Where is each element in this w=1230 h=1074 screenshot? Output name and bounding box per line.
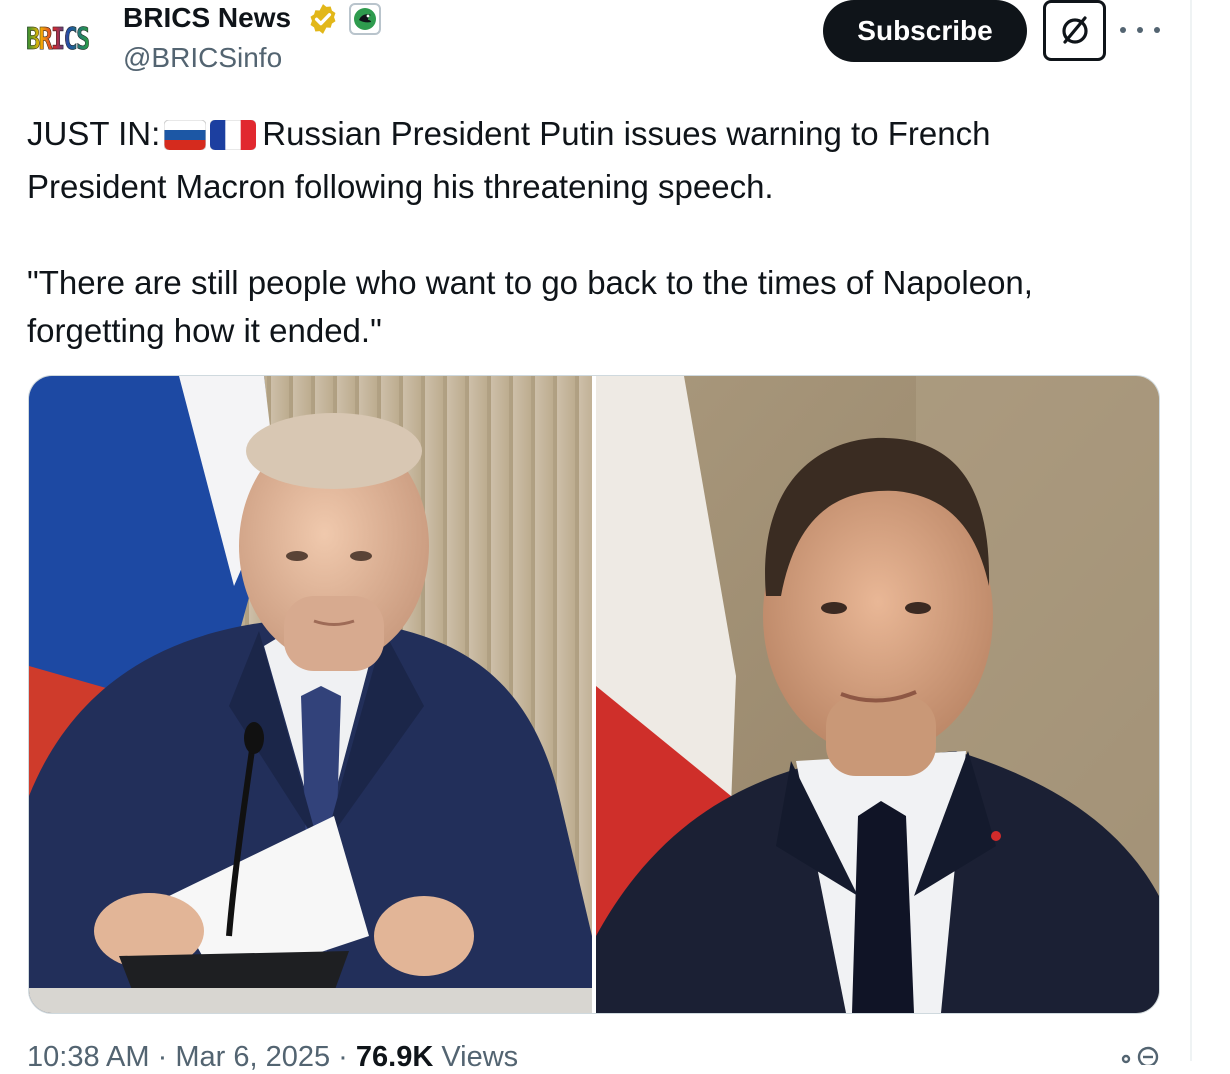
timeline-divider bbox=[1190, 0, 1192, 1061]
avatar-logo-text: BRICS bbox=[26, 22, 91, 58]
russia-flag-icon bbox=[163, 119, 207, 151]
verified-badge-icon[interactable] bbox=[306, 2, 340, 36]
tweet-line-1-text: Russian President Putin issues warning t… bbox=[262, 115, 991, 152]
tweet-date[interactable]: Mar 6, 2025 bbox=[175, 1041, 330, 1073]
analytics-icon[interactable] bbox=[1118, 1043, 1162, 1065]
photo-right[interactable] bbox=[596, 376, 1159, 1013]
meta-separator: · bbox=[157, 1041, 168, 1073]
tweet-meta: 10:38 AM · Mar 6, 2025 · 76.9K Views bbox=[27, 1041, 518, 1074]
views-label: Views bbox=[441, 1041, 519, 1073]
more-dot bbox=[1120, 27, 1126, 33]
more-dot bbox=[1137, 27, 1143, 33]
france-flag-icon bbox=[209, 119, 257, 151]
grok-button[interactable] bbox=[1043, 0, 1106, 61]
photo-left[interactable] bbox=[29, 376, 592, 1013]
affiliate-badge-icon[interactable] bbox=[349, 3, 381, 35]
tweet-quote-line-1: "There are still people who want to go b… bbox=[27, 264, 1033, 301]
flag-emojis bbox=[163, 115, 257, 163]
meta-separator: · bbox=[338, 1041, 348, 1073]
more-options-button[interactable] bbox=[1120, 20, 1160, 40]
grok-icon bbox=[1061, 15, 1088, 44]
tweet-quote-line-2: forgetting how it ended." bbox=[27, 312, 382, 349]
user-handle[interactable]: @BRICSinfo bbox=[123, 42, 282, 74]
display-name[interactable]: BRICS News bbox=[123, 2, 291, 34]
views-count: 76.9K bbox=[355, 1041, 434, 1073]
avatar[interactable]: BRICS bbox=[26, 18, 108, 60]
just-in-label: JUST IN: bbox=[27, 115, 161, 152]
tweet-line-1: JUST IN: Russian President Putin issues w… bbox=[27, 110, 1167, 163]
subscribe-button[interactable]: Subscribe bbox=[823, 0, 1027, 62]
tweet-line-2: President Macron following his threateni… bbox=[27, 168, 774, 205]
tweet-media[interactable] bbox=[28, 375, 1160, 1014]
tweet-text: JUST IN: Russian President Putin issues w… bbox=[27, 110, 1167, 355]
more-dot bbox=[1154, 27, 1160, 33]
tweet-time[interactable]: 10:38 AM bbox=[27, 1041, 150, 1073]
